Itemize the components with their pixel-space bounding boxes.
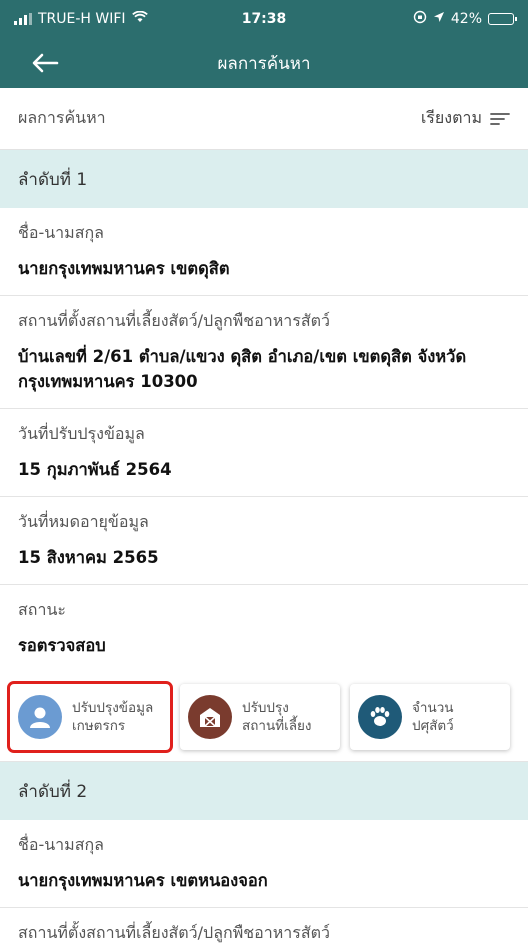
expiry-value: 15 สิงหาคม 2565 <box>18 548 159 567</box>
signal-icon <box>14 13 32 25</box>
update-farmer-label: ปรับปรุงข้อมูล เกษตรกร <box>72 699 153 735</box>
updated-value: 15 กุมภาพันธ์ 2564 <box>18 460 172 479</box>
name-label: ชื่อ-นามสกุล <box>18 223 104 242</box>
update-farmer-line1: ปรับปรุงข้อมูล <box>72 699 154 716</box>
location-value: บ้านเลขที่ 2/61 ตำบล/แขวง ดุสิต อำเภอ/เข… <box>18 347 467 391</box>
update-premises-label: ปรับปรุง สถานที่เลี้ยง <box>242 699 312 735</box>
record-heading-1: ลำดับที่ 1 <box>0 150 528 208</box>
updated-label: วันที่ปรับปรุงข้อมูล <box>18 424 145 443</box>
battery-icon <box>488 13 517 25</box>
update-premises-line2: สถานที่เลี้ยง <box>242 717 312 734</box>
expiry-label: วันที่หมดอายุข้อมูล <box>18 512 149 531</box>
orientation-lock-icon <box>413 10 427 28</box>
location-arrow-icon <box>433 11 445 27</box>
update-premises-button[interactable]: ปรับปรุง สถานที่เลี้ยง <box>180 683 340 750</box>
carrier-label: TRUE-H WIFI <box>38 11 126 27</box>
record-2-name-field: ชื่อ-นามสกุล นายกรุงเทพมหานคร เขตหนองจอก <box>0 820 528 908</box>
wifi-icon <box>131 10 148 27</box>
location-label: สถานที่ตั้งสถานที่เลี้ยงสัตว์/ปลูกพืชอาห… <box>18 311 330 330</box>
livestock-count-line2: ปศุสัตว์ <box>412 717 454 734</box>
nav-bar: ผลการค้นหา <box>0 38 528 88</box>
livestock-count-label: จำนวน ปศุสัตว์ <box>412 699 454 735</box>
sort-icon <box>490 112 510 125</box>
paw-icon <box>358 694 402 739</box>
livestock-count-line1: จำนวน <box>412 699 454 716</box>
status-value: รอตรวจสอบ <box>18 636 106 655</box>
update-farmer-button[interactable]: ปรับปรุงข้อมูล เกษตรกร <box>7 680 173 753</box>
back-button[interactable] <box>0 38 90 88</box>
record-heading-2: ลำดับที่ 2 <box>0 762 528 820</box>
record-1-expiry-field: วันที่หมดอายุข้อมูล 15 สิงหาคม 2565 <box>0 497 528 585</box>
record-1-updated-field: วันที่ปรับปรุงข้อมูล 15 กุมภาพันธ์ 2564 <box>0 409 528 497</box>
record-1-name-field: ชื่อ-นามสกุล นายกรุงเทพมหานคร เขตดุสิต <box>0 208 528 296</box>
update-premises-line1: ปรับปรุง <box>242 699 289 716</box>
status-right: 42% <box>413 10 517 28</box>
update-farmer-line2: เกษตรกร <box>72 717 126 734</box>
sort-label: เรียงตาม <box>420 108 482 127</box>
sort-button[interactable]: เรียงตาม <box>421 106 510 131</box>
name-value: นายกรุงเทพมหานคร เขตดุสิต <box>18 259 230 278</box>
back-arrow-icon <box>32 53 59 73</box>
battery-percent: 42% <box>450 11 482 27</box>
results-header: ผลการค้นหา เรียงตาม <box>0 88 528 150</box>
livestock-count-button[interactable]: จำนวน ปศุสัตว์ <box>350 683 510 750</box>
record-2-location-field: สถานที่ตั้งสถานที่เลี้ยงสัตว์/ปลูกพืชอาห… <box>0 908 528 944</box>
status-label: สถานะ <box>18 600 66 619</box>
farmer-person-icon <box>18 694 62 739</box>
name-label: ชื่อ-นามสกุล <box>18 835 104 854</box>
location-label: สถานที่ตั้งสถานที่เลี้ยงสัตว์/ปลูกพืชอาห… <box>18 923 330 942</box>
record-1-status-field: สถานะ รอตรวจสอบ <box>0 585 528 672</box>
record-1-actions: ปรับปรุงข้อมูล เกษตรกร ปรับปรุง สถานที่เ… <box>0 672 528 762</box>
name-value: นายกรุงเทพมหานคร เขตหนองจอก <box>18 871 268 890</box>
results-title: ผลการค้นหา <box>18 108 106 127</box>
content: ผลการค้นหา เรียงตาม ลำดับที่ 1 ชื่อ-นามส… <box>0 88 528 944</box>
status-bar: TRUE-H WIFI 17:38 42% <box>0 0 528 38</box>
barn-icon <box>188 694 232 739</box>
status-left: TRUE-H WIFI <box>14 10 413 27</box>
record-1-location-field: สถานที่ตั้งสถานที่เลี้ยงสัตว์/ปลูกพืชอาห… <box>0 296 528 409</box>
